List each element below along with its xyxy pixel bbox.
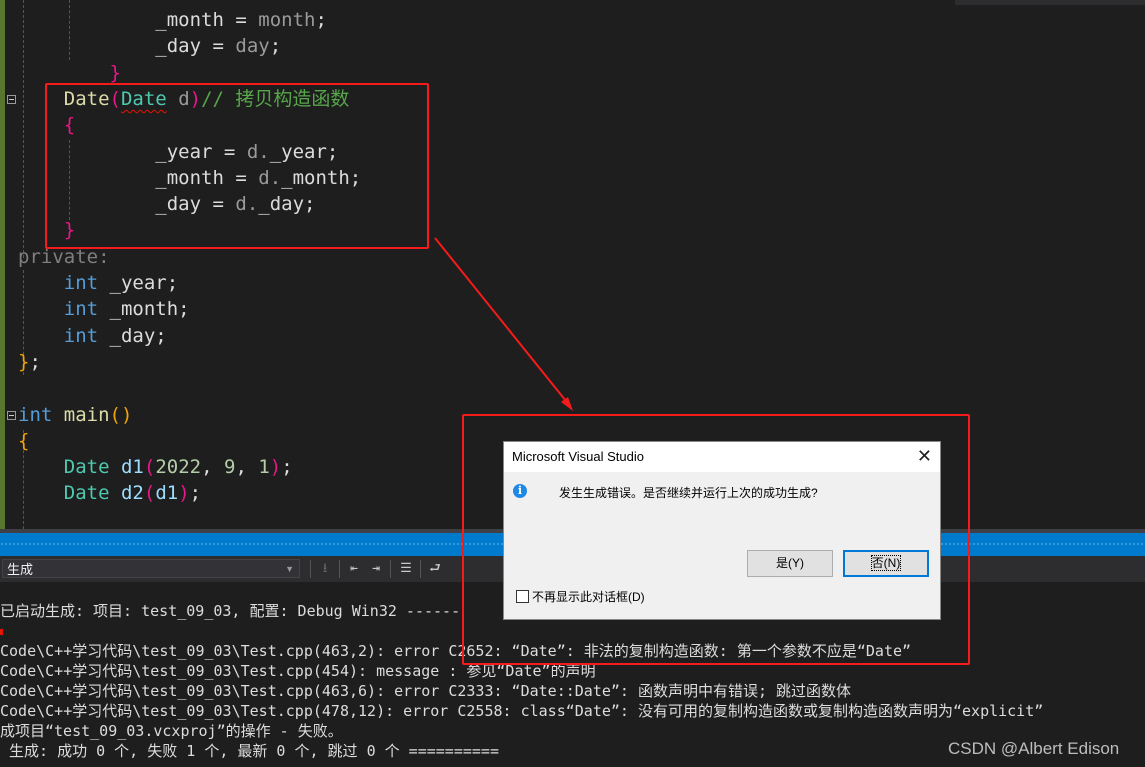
previous-message-icon[interactable]: ⇤ <box>345 560 363 578</box>
word-wrap-icon[interactable]: ⮐ <box>426 560 444 578</box>
checkbox-box[interactable] <box>516 590 529 603</box>
output-line: 成项目“test_09_03.vcxproj”的操作 - 失败。 <box>0 722 343 740</box>
dont-show-again-checkbox[interactable]: 不再显示此对话框(D) <box>516 588 645 605</box>
yes-button[interactable]: 是(Y) <box>747 550 833 577</box>
output-source-value: 生成 <box>7 562 34 577</box>
error-marker <box>0 629 3 635</box>
build-error-dialog: Microsoft Visual Studio ✕ i 发生生成错误。是否继续并… <box>503 441 941 620</box>
chevron-down-icon: ▼ <box>285 564 294 574</box>
checkbox-label: 不再显示此对话框(D) <box>532 590 645 604</box>
output-line: 生成: 成功 0 个, 失败 1 个, 最新 0 个, 跳过 0 个 =====… <box>0 742 499 760</box>
output-line: Code\C++学习代码\test_09_03\Test.cpp(478,12)… <box>0 702 1044 720</box>
go-to-location-icon[interactable]: ⭳ <box>316 560 334 578</box>
toolbar-divider <box>310 560 311 578</box>
toolbar-divider <box>390 560 391 578</box>
dialog-message: 发生生成错误。是否继续并运行上次的成功生成? <box>559 486 818 500</box>
output-line: 已启动生成: 项目: test_09_03, 配置: Debug Win32 -… <box>0 602 461 620</box>
output-line: Code\C++学习代码\test_09_03\Test.cpp(463,6):… <box>0 682 852 700</box>
clear-all-icon[interactable]: ☰ <box>397 560 415 578</box>
dialog-titlebar[interactable]: Microsoft Visual Studio ✕ <box>504 442 940 472</box>
close-icon[interactable]: ✕ <box>917 446 932 467</box>
info-icon: i <box>513 484 527 498</box>
output-source-select[interactable]: 生成 ▼ <box>2 559 300 578</box>
no-button[interactable]: 否(N) <box>843 550 929 577</box>
toolbar-divider <box>420 560 421 578</box>
no-button-label: 否(N) <box>870 555 902 571</box>
next-message-icon[interactable]: ⇥ <box>367 560 385 578</box>
watermark: CSDN @Albert Edison <box>948 739 1120 758</box>
toolbar-divider <box>339 560 340 578</box>
dialog-title: Microsoft Visual Studio <box>512 449 644 464</box>
